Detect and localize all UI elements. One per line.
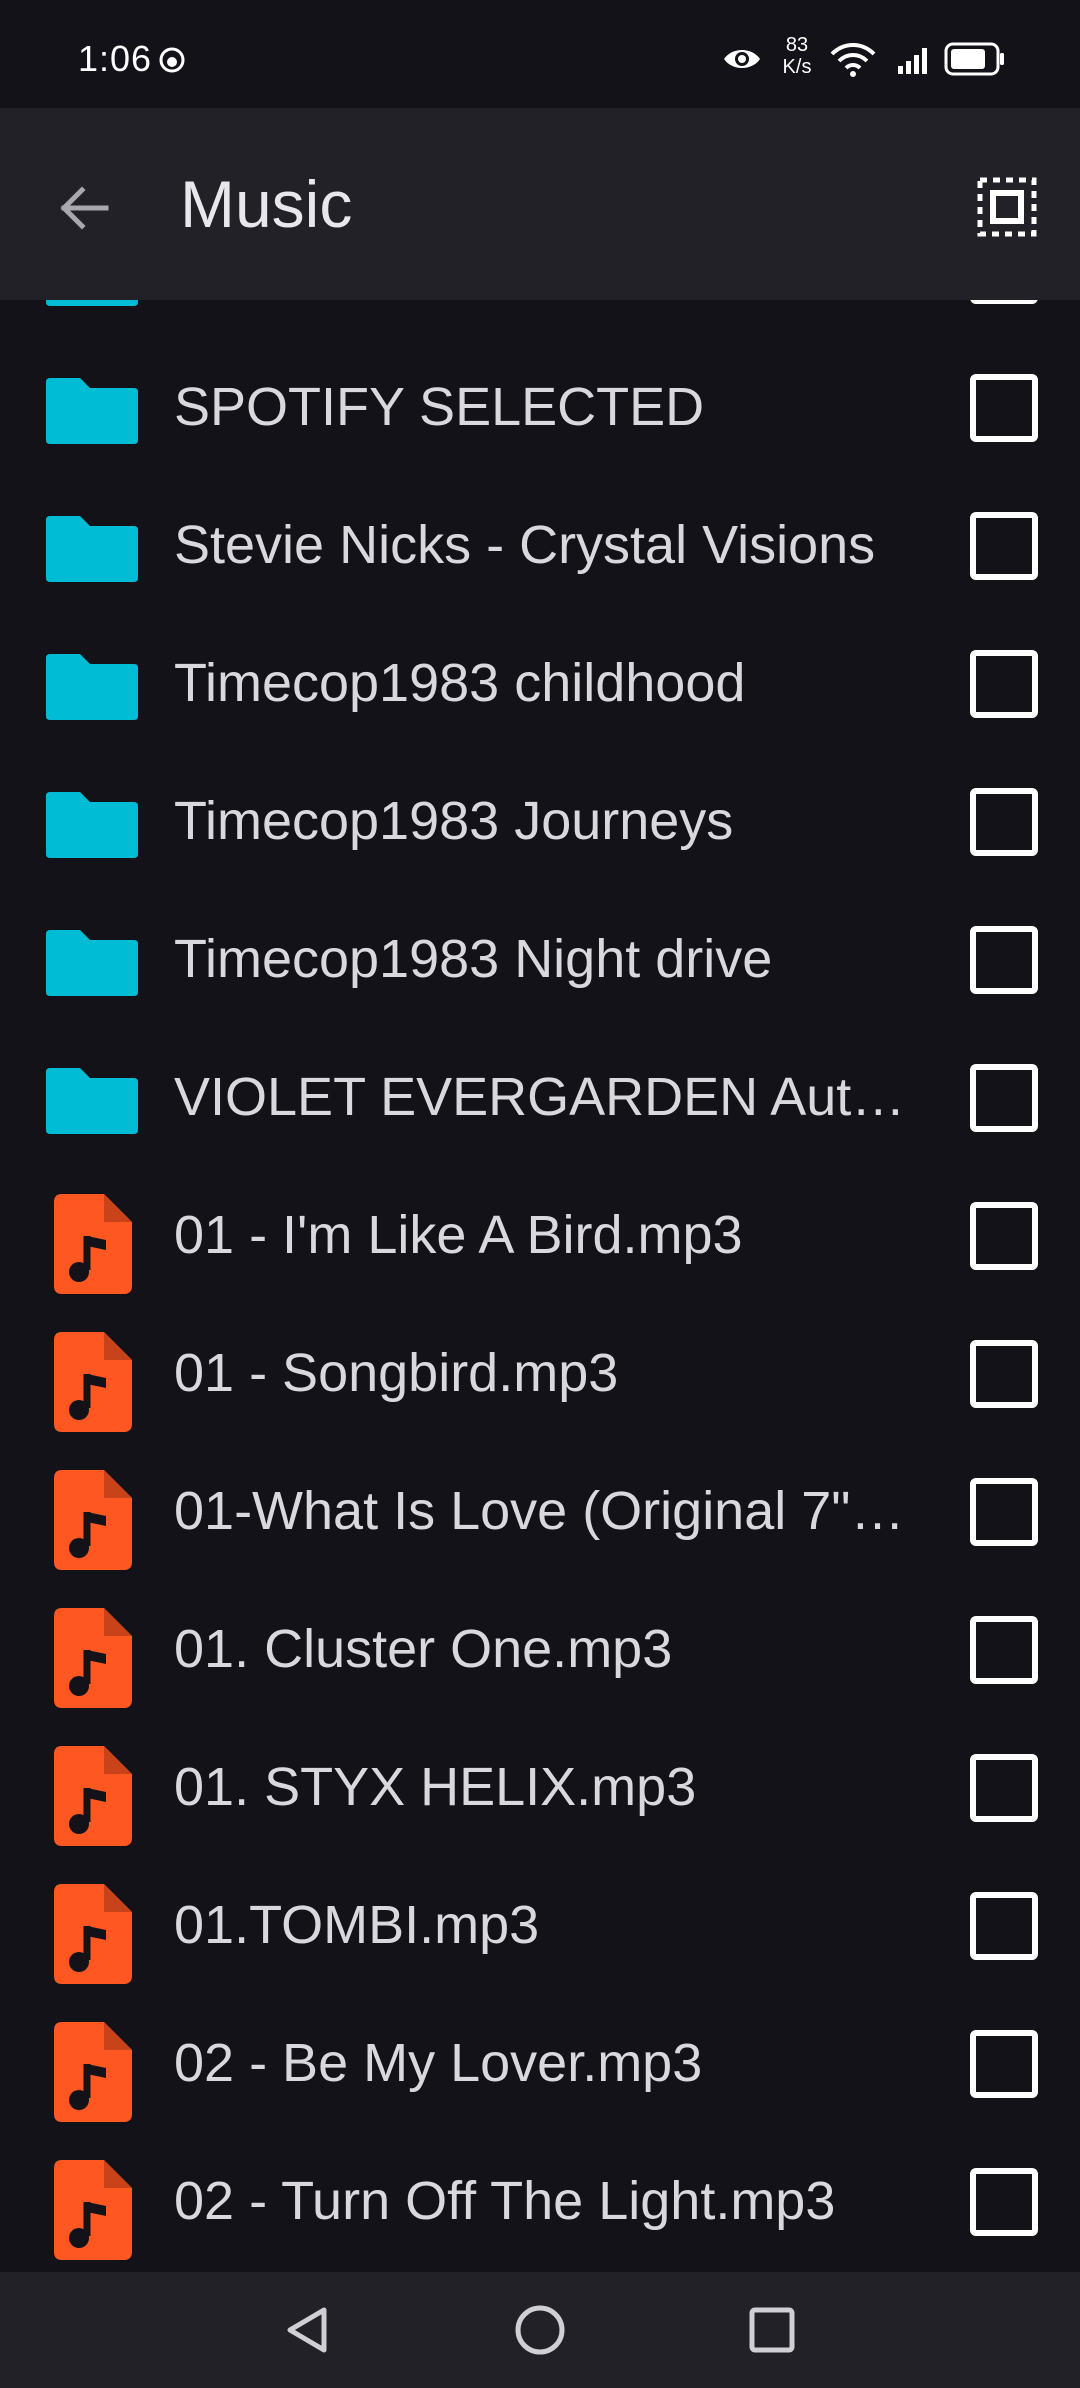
select-checkbox[interactable] (970, 512, 1038, 580)
audio-file-row[interactable]: 01 - I'm Like A Bird.mp3 (0, 1166, 1080, 1304)
audio-file-icon (54, 1332, 132, 1432)
folder-icon (44, 300, 140, 306)
network-speed-unit: K/s (782, 56, 812, 78)
audio-file-icon (54, 2160, 132, 2260)
folder-row[interactable]: Timecop1983 Journeys (0, 752, 1080, 890)
item-name: Stevie Nicks - Crystal Visions (174, 515, 876, 575)
item-name: 01 - Songbird.mp3 (174, 1343, 619, 1403)
audio-file-row[interactable]: 01 - Songbird.mp3 (0, 1304, 1080, 1442)
audio-file-row[interactable]: 02 - Be My Lover.mp3 (0, 1994, 1080, 2132)
item-name: 01.TOMBI.mp3 (174, 1895, 540, 1955)
status-time: 1:06 (78, 38, 153, 79)
navigation-bar (0, 2272, 1080, 2388)
page-title: Music (180, 167, 353, 241)
select-checkbox[interactable] (970, 2030, 1038, 2098)
item-name: 02 - Turn Off The Light.mp3 (174, 2171, 836, 2231)
item-name: SPOTIFY SELECTED (174, 377, 705, 437)
arrow-left-icon[interactable] (52, 176, 116, 240)
audio-file-row[interactable]: 01. Cluster One.mp3 (0, 1580, 1080, 1718)
audio-file-icon (54, 1194, 132, 1294)
audio-file-icon (54, 2022, 132, 2122)
select-checkbox[interactable] (970, 374, 1038, 442)
item-name: Sousou no Frieren Original Soundtrack (174, 300, 914, 304)
item-name: 01-What Is Love (Original 7" Mix).mp3 (174, 1481, 914, 1541)
eye-icon (724, 50, 760, 68)
folder-icon (44, 512, 140, 582)
network-speed-value: 83 (785, 34, 809, 56)
folder-row[interactable]: VIOLET EVERGARDEN Auto Memories (0, 1028, 1080, 1166)
network-speed: 83 K/s (772, 34, 822, 78)
audio-file-icon (54, 1746, 132, 1846)
folder-icon (44, 926, 140, 996)
folder-icon (44, 1064, 140, 1134)
square-recents-icon[interactable] (744, 2302, 800, 2358)
signal-icon (898, 48, 927, 74)
folder-row[interactable]: Timecop1983 childhood (0, 614, 1080, 752)
folder-row[interactable]: Stevie Nicks - Crystal Visions (0, 476, 1080, 614)
file-list-rows: Sousou no Frieren Original Soundtrack SP… (0, 300, 1080, 2270)
select-checkbox[interactable] (970, 1202, 1038, 1270)
select-checkbox[interactable] (970, 2168, 1038, 2236)
triangle-back-icon[interactable] (280, 2302, 336, 2358)
audio-file-icon (54, 1884, 132, 1984)
select-checkbox[interactable] (970, 1892, 1038, 1960)
folder-icon (44, 788, 140, 858)
folder-row[interactable]: Timecop1983 Night drive (0, 890, 1080, 1028)
item-name: VIOLET EVERGARDEN Auto Memories (174, 1067, 914, 1127)
audio-file-icon (54, 1608, 132, 1708)
app-bar: Music (0, 108, 1080, 300)
item-name: 01. Cluster One.mp3 (174, 1619, 673, 1679)
item-name: Timecop1983 Journeys (174, 791, 734, 851)
folder-row[interactable]: Sousou no Frieren Original Soundtrack (0, 300, 1080, 338)
file-list[interactable]: Sousou no Frieren Original Soundtrack SP… (0, 300, 1080, 2272)
select-checkbox[interactable] (970, 1616, 1038, 1684)
select-checkbox[interactable] (970, 1340, 1038, 1408)
folder-icon (44, 650, 140, 720)
select-checkbox[interactable] (970, 300, 1038, 304)
audio-file-row[interactable]: 01-What Is Love (Original 7" Mix).mp3 (0, 1442, 1080, 1580)
folder-icon (44, 374, 140, 444)
select-all-icon[interactable] (976, 176, 1038, 238)
circle-home-icon[interactable] (512, 2302, 568, 2358)
item-name: Timecop1983 Night drive (174, 929, 773, 989)
battery-icon (944, 42, 1004, 76)
audio-file-row[interactable]: 02 - Turn Off The Light.mp3 (0, 2132, 1080, 2270)
item-name: Timecop1983 childhood (174, 653, 746, 713)
select-checkbox[interactable] (970, 650, 1038, 718)
select-checkbox[interactable] (970, 1478, 1038, 1546)
audio-file-row[interactable]: 01. STYX HELIX.mp3 (0, 1718, 1080, 1856)
wifi-icon (830, 43, 876, 77)
item-name: 02 - Be My Lover.mp3 (174, 2033, 703, 2093)
select-checkbox[interactable] (970, 1754, 1038, 1822)
notification-icon (159, 47, 185, 73)
select-checkbox[interactable] (970, 1064, 1038, 1132)
select-checkbox[interactable] (970, 788, 1038, 856)
folder-row[interactable]: SPOTIFY SELECTED (0, 338, 1080, 476)
select-checkbox[interactable] (970, 926, 1038, 994)
item-name: 01 - I'm Like A Bird.mp3 (174, 1205, 743, 1265)
audio-file-icon (54, 1470, 132, 1570)
audio-file-row[interactable]: 01.TOMBI.mp3 (0, 1856, 1080, 1994)
item-name: 01. STYX HELIX.mp3 (174, 1757, 697, 1817)
status-bar: 1:06 83 K/s (0, 0, 1080, 108)
